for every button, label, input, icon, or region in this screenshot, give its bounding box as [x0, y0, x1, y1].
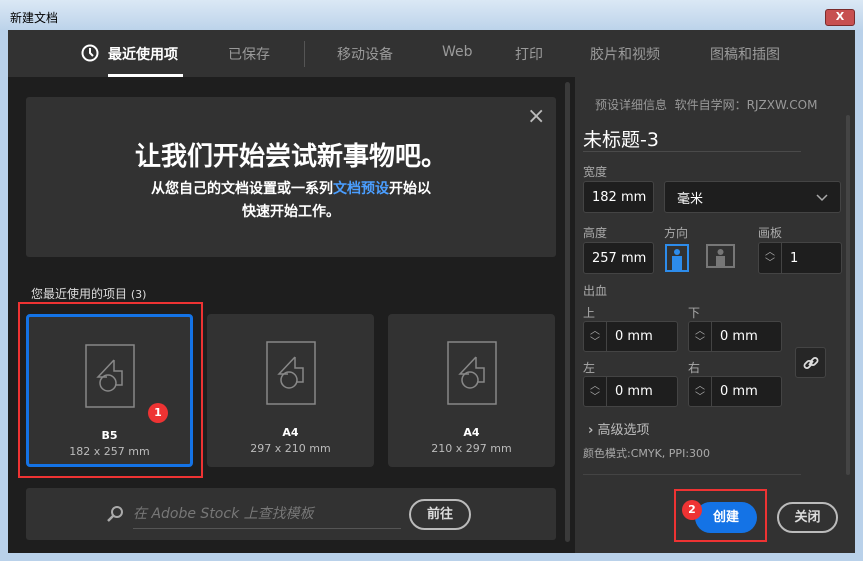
document-name-input[interactable]: 未标题-3	[583, 125, 801, 152]
unit-select[interactable]: 毫米	[664, 181, 841, 213]
bleed-right-value: 0 mm	[720, 384, 758, 399]
tab-web[interactable]: Web	[442, 44, 473, 60]
stepper-arrows-icon[interactable]: ︿ ﹀	[689, 377, 712, 406]
stepper-arrows-icon[interactable]: ︿ ﹀	[584, 377, 607, 406]
tab-saved[interactable]: 已保存	[228, 44, 270, 64]
tab-print[interactable]: 打印	[515, 44, 543, 64]
search-icon	[107, 506, 123, 522]
banner-text: 开始以	[389, 181, 431, 197]
item-name: B5	[101, 429, 118, 442]
chevron-down-icon	[816, 194, 828, 202]
height-label: 高度	[583, 226, 608, 240]
recent-item-a4-portrait[interactable]: A4 210 x 297 mm	[388, 314, 555, 467]
advanced-options-toggle[interactable]: › 高级选项	[588, 419, 650, 438]
item-name: A4	[463, 426, 480, 439]
banner-close-icon[interactable]: ×	[527, 104, 545, 129]
recent-count: (3)	[130, 288, 147, 301]
item-size: 210 x 297 mm	[431, 442, 512, 455]
width-label: 宽度	[583, 165, 608, 179]
orientation-label: 方向	[664, 226, 689, 240]
stepper-arrows-icon[interactable]: ︿ ﹀	[689, 322, 712, 351]
preset-header: 预设详细信息	[595, 98, 668, 112]
bleed-top-stepper[interactable]: ︿ ﹀ 0 mm	[583, 321, 678, 352]
portrait-orientation-icon[interactable]	[665, 244, 689, 272]
landscape-orientation-icon[interactable]	[706, 244, 735, 268]
link-icon	[803, 357, 819, 369]
recent-item-a4-landscape[interactable]: A4 297 x 210 mm	[207, 314, 374, 467]
stock-search-input[interactable]: 在 Adobe Stock 上查找模板	[133, 503, 401, 529]
presets-link[interactable]: 文档预设	[333, 181, 389, 197]
right-scrollbar[interactable]	[846, 115, 850, 475]
step-badge-1: 1	[148, 403, 168, 423]
bleed-right-stepper[interactable]: ︿ ﹀ 0 mm	[688, 376, 782, 407]
bleed-bottom-label: 下	[688, 306, 701, 320]
unit-value: 毫米	[677, 191, 704, 207]
step-badge-2: 2	[682, 500, 702, 520]
panel-header: 预设详细信息 软件自学网：RJZXW.COM	[595, 96, 817, 113]
stepper-arrows-icon[interactable]: ︿ ﹀	[759, 243, 782, 273]
document-icon	[446, 341, 497, 405]
artboards-label: 画板	[758, 226, 783, 240]
document-icon	[265, 341, 316, 405]
watermark-text: 软件自学网：RJZXW.COM	[674, 98, 818, 112]
banner-text-line1: 从您自己的文档设置或一系列文档预设开始以	[26, 178, 556, 198]
stepper-arrows-icon[interactable]: ︿ ﹀	[584, 322, 607, 351]
artboards-value: 1	[790, 250, 799, 266]
document-icon	[84, 344, 135, 408]
item-size: 182 x 257 mm	[69, 445, 150, 458]
banner-text-line2: 快速开始工作。	[242, 204, 340, 220]
recent-label: 您最近使用的项目	[31, 287, 128, 301]
bleed-right-label: 右	[688, 361, 701, 375]
left-scrollbar[interactable]	[565, 82, 570, 542]
height-input[interactable]: 257 mm	[583, 242, 654, 274]
bleed-top-label: 上	[583, 306, 596, 320]
tab-divider	[304, 41, 305, 67]
tab-recent[interactable]: 最近使用项	[108, 44, 178, 64]
recent-items-label: 您最近使用的项目 (3)	[31, 285, 146, 302]
active-tab-indicator	[108, 74, 183, 77]
bleed-bottom-value: 0 mm	[720, 329, 758, 344]
artboards-stepper[interactable]: ︿ ﹀ 1	[758, 242, 842, 274]
width-input[interactable]: 182 mm	[583, 181, 654, 213]
chevron-right-icon: ›	[588, 423, 594, 438]
title-bar	[0, 0, 863, 30]
bleed-top-value: 0 mm	[615, 329, 653, 344]
welcome-banner	[26, 97, 556, 257]
banner-headline: 让我们开始尝试新事物吧。	[134, 142, 447, 172]
recent-item-b5[interactable]: B5 182 x 257 mm	[26, 314, 193, 467]
clock-icon	[81, 44, 99, 62]
advanced-label: 高级选项	[597, 423, 650, 438]
bleed-label: 出血	[583, 284, 608, 298]
divider	[583, 474, 801, 475]
create-button[interactable]: 创建	[695, 502, 757, 533]
banner-text: 从您自己的文档设置或一系列	[151, 181, 333, 197]
window-title: 新建文档	[10, 11, 59, 25]
bleed-left-label: 左	[583, 361, 596, 375]
tab-art-illustration[interactable]: 图稿和插图	[710, 44, 780, 64]
go-button[interactable]: 前往	[409, 499, 471, 530]
color-mode-info: 颜色模式:CMYK, PPI:300	[583, 447, 711, 460]
item-name: A4	[282, 426, 299, 439]
bleed-bottom-stepper[interactable]: ︿ ﹀ 0 mm	[688, 321, 782, 352]
bleed-left-stepper[interactable]: ︿ ﹀ 0 mm	[583, 376, 678, 407]
tab-film-video[interactable]: 胶片和视频	[590, 44, 660, 64]
item-size: 297 x 210 mm	[250, 442, 331, 455]
window-close-button[interactable]: X	[825, 9, 855, 26]
close-button[interactable]: 关闭	[777, 502, 838, 533]
tab-mobile[interactable]: 移动设备	[337, 44, 393, 64]
bleed-left-value: 0 mm	[615, 384, 653, 399]
link-bleed-button[interactable]	[795, 347, 826, 378]
